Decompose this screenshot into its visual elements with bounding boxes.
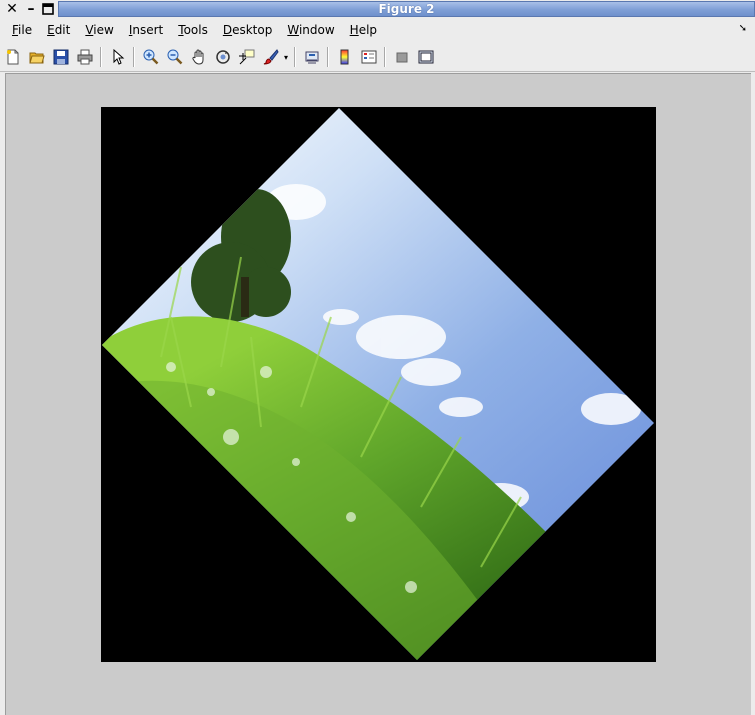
figure-toolbar: ▾: [0, 43, 755, 72]
new-figure-icon: [7, 49, 19, 65]
show-plot-tools-icon: [418, 50, 434, 64]
save-button[interactable]: [50, 46, 72, 68]
menu-view[interactable]: View: [78, 20, 120, 40]
toolbar-separator: [384, 47, 385, 67]
data-cursor-icon: [239, 49, 255, 65]
window-titlebar: ✕ – Figure 2: [0, 0, 755, 18]
menu-tools[interactable]: Tools: [171, 20, 215, 40]
print-icon: [77, 49, 93, 65]
zoom-in-icon: [143, 49, 159, 65]
toolbar-separator: [327, 47, 328, 67]
menu-help[interactable]: Help: [343, 20, 384, 40]
pan-button[interactable]: [188, 46, 210, 68]
brush-button[interactable]: [260, 46, 282, 68]
rotate-3d-icon: [216, 50, 230, 64]
menu-edit[interactable]: Edit: [40, 20, 77, 40]
zoom-in-button[interactable]: [140, 46, 162, 68]
legend-button[interactable]: [358, 46, 380, 68]
rotate-3d-button[interactable]: [212, 46, 234, 68]
menu-file[interactable]: File: [5, 20, 39, 40]
link-plot-button[interactable]: [301, 46, 323, 68]
minimize-icon[interactable]: –: [23, 1, 39, 17]
pan-icon: [192, 49, 204, 65]
open-file-icon: [29, 52, 45, 64]
close-icon[interactable]: ✕: [4, 1, 20, 17]
link-plot-icon: [305, 51, 319, 64]
toolbar-separator: [100, 47, 101, 67]
dock-arrow-icon[interactable]: ➘: [739, 23, 747, 34]
menu-insert[interactable]: Insert: [122, 20, 170, 40]
rotated-image: [102, 108, 654, 660]
data-cursor-button[interactable]: [236, 46, 258, 68]
zoom-out-button[interactable]: [164, 46, 186, 68]
image-axes[interactable]: [101, 107, 656, 662]
brush-dropdown-icon[interactable]: ▾: [282, 46, 290, 68]
print-button[interactable]: [74, 46, 96, 68]
open-file-button[interactable]: [26, 46, 48, 68]
hide-plot-tools-icon: [396, 52, 408, 63]
save-icon: [53, 49, 69, 65]
toolbar-separator: [133, 47, 134, 67]
show-plot-tools-button[interactable]: [415, 46, 437, 68]
legend-icon: [361, 50, 377, 64]
edit-plot-button[interactable]: [107, 46, 129, 68]
colorbar-icon: [340, 49, 349, 65]
menu-desktop[interactable]: Desktop: [216, 20, 280, 40]
zoom-out-icon: [167, 49, 183, 65]
brush-icon: [263, 49, 279, 65]
window-title: Figure 2: [378, 2, 435, 16]
menu-bar: File Edit View Insert Tools Desktop Wind…: [0, 19, 755, 41]
hide-plot-tools-button[interactable]: [391, 46, 413, 68]
colorbar-button[interactable]: [334, 46, 356, 68]
title-bar[interactable]: Figure 2: [58, 1, 755, 17]
pointer-icon: [113, 49, 125, 65]
toolbar-separator: [294, 47, 295, 67]
new-figure-button[interactable]: [2, 46, 24, 68]
maximize-icon[interactable]: [40, 1, 56, 17]
menu-window[interactable]: Window: [280, 20, 341, 40]
